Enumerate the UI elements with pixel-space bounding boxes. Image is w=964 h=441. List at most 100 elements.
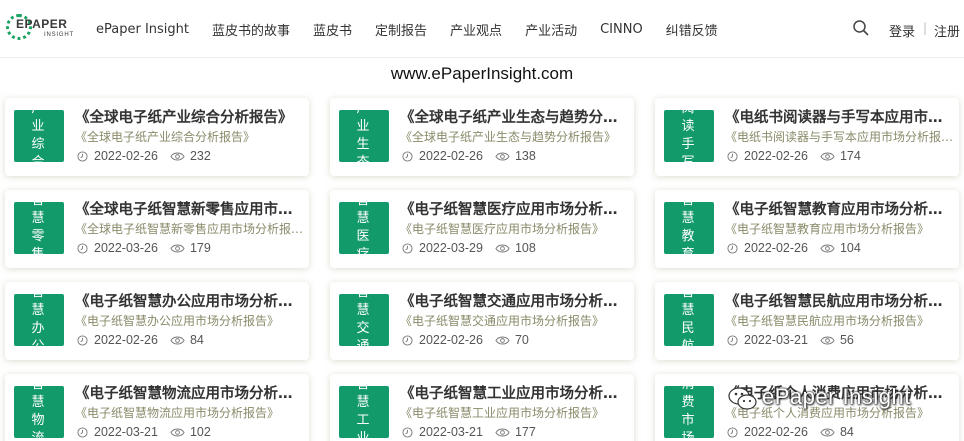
category-tile: 智慧交通 [339,285,389,354]
eye-icon [170,336,185,344]
report-card[interactable]: 智慧物流 《电子纸智慧物流应用市场分析报告》 《电子纸智慧物流应用市场分析报告》 20… [5,374,309,441]
eye-icon [820,428,835,436]
publish-date: 2022-03-21 [419,425,483,439]
category-tile-label: 智慧零售 [31,193,51,262]
report-title[interactable]: 《电纸书阅读器与手写本应用市场分析报告》 [725,106,955,127]
view-count: 84 [839,425,854,439]
category-tile: 智慧教育 [664,193,714,262]
view-count: 102 [189,425,211,439]
report-title[interactable]: 《电子纸智慧医疗应用市场分析报告》 [400,198,630,219]
view-count: 70 [514,333,529,347]
report-subtitle: 《电子纸智慧教育应用市场分析报告》 [725,222,930,236]
wechat-watermark: ePaper Insight [728,380,964,420]
view-count: 138 [514,149,536,163]
report-card[interactable]: 产业生态《全球电子纸产业生态与趋势分析报告》《全球电子纸产业生态与趋势分析报告》… [330,98,634,176]
eye-icon [820,336,835,344]
publish-date: 2022-02-26 [419,149,483,163]
report-title[interactable]: 《电子纸智慧民航应用市场分析报告》 [725,290,955,311]
category-tile: 阅读手写 [664,101,714,170]
nav-item-epaper-insight[interactable]: ePaper Insight [96,22,189,37]
nav-item-feedback[interactable]: 纠错反馈 [666,20,718,39]
category-tile-label: 产业生态 [356,101,376,170]
register-link[interactable]: 注册 [934,21,960,40]
report-title[interactable]: 《电子纸智慧办公应用市场分析报告》 [75,290,305,311]
report-title[interactable]: 《电子纸智慧物流应用市场分析报告》 [75,382,305,403]
report-subtitle: 《电子纸智慧办公应用市场分析报告》 [75,314,280,328]
report-meta: 2022-02-26 104 [727,241,861,255]
publish-date: 2022-02-26 [744,149,808,163]
report-meta: 2022-02-26 138 [402,149,536,163]
publish-date: 2022-03-21 [744,333,808,347]
view-count: 84 [189,333,204,347]
report-title[interactable]: 《全球电子纸产业综合分析报告》 [75,106,305,127]
nav-item-bluebook-story[interactable]: 蓝皮书的故事 [212,20,290,39]
wechat-icon [728,387,757,410]
report-title[interactable]: 《电子纸智慧教育应用市场分析报告》 [725,198,955,219]
report-meta: 2022-03-21 102 [77,425,211,439]
report-card[interactable]: 智慧民航 《电子纸智慧民航应用市场分析报告》 《电子纸智慧民航应用市场分析报告》 20… [655,282,959,360]
epaper-logo[interactable]: EPAPER INSIGHT [6,12,73,44]
publish-date: 2022-02-26 [94,149,158,163]
category-tile: 智慧医疗 [339,193,389,262]
category-tile: 智慧民航 [664,285,714,354]
clock-icon [727,242,738,254]
report-title[interactable]: 《电子纸智慧工业应用市场分析报告》 [400,382,630,403]
report-meta: 2022-03-21 177 [402,425,536,439]
report-card[interactable]: 智慧交通 《电子纸智慧交通应用市场分析报告》 《电子纸智慧交通应用市场分析报告》 20… [330,282,634,360]
report-meta: 2022-02-26 174 [727,149,861,163]
report-subtitle: 《电纸书阅读器与手写本应用市场分析报告》 [725,130,955,144]
category-tile: 智慧零售 [14,193,64,262]
category-tile: 智慧办公 [14,285,64,354]
report-subtitle: 《电子纸智慧物流应用市场分析报告》 [75,406,280,420]
eye-icon [495,244,510,252]
report-title[interactable]: 《全球电子纸产业生态与趋势分析报告》 [400,106,630,127]
main-nav: ePaper Insight 蓝皮书的故事 蓝皮书 定制报告 产业观点 产业活动… [96,0,741,58]
nav-item-cinno[interactable]: CINNO [600,22,643,37]
category-tile-label: 智慧办公 [31,285,51,354]
login-link[interactable]: 登录 [889,21,915,40]
report-subtitle: 《全球电子纸智慧新零售应用市场分析报告》 [75,222,305,236]
clock-icon [727,426,738,438]
view-count: 232 [189,149,211,163]
report-title[interactable]: 《全球电子纸智慧新零售应用市场分析报告》 [75,198,305,219]
nav-item-bluebook[interactable]: 蓝皮书 [313,20,352,39]
view-count: 104 [839,241,861,255]
report-card[interactable]: 智慧教育 《电子纸智慧教育应用市场分析报告》 《电子纸智慧教育应用市场分析报告》 20… [655,190,959,268]
report-card[interactable]: 智慧办公 《电子纸智慧办公应用市场分析报告》 《电子纸智慧办公应用市场分析报告》 20… [5,282,309,360]
report-card[interactable]: 产业综合 《全球电子纸产业综合分析报告》 《全球电子纸产业综合分析报告》 2022-0… [5,98,309,176]
logo-text: EPAPER [16,17,68,31]
category-tile-label: 智慧物流 [31,377,51,441]
clock-icon [402,426,413,438]
report-card[interactable]: 阅读手写《电纸书阅读器与手写本应用市场分析报告》《电纸书阅读器与手写本应用市场分… [655,98,959,176]
report-card[interactable]: 智慧工业 《电子纸智慧工业应用市场分析报告》 《电子纸智慧工业应用市场分析报告》 20… [330,374,634,441]
clock-icon [77,426,88,438]
report-meta: 2022-03-29 108 [402,241,536,255]
report-subtitle: 《电子纸智慧工业应用市场分析报告》 [400,406,605,420]
nav-item-industry-views[interactable]: 产业观点 [450,20,502,39]
eye-icon [170,152,185,160]
top-navbar: EPAPER INSIGHT ePaper Insight 蓝皮书的故事 蓝皮书… [0,0,964,58]
eye-icon [495,152,510,160]
publish-date: 2022-02-26 [744,241,808,255]
clock-icon [727,150,738,162]
category-tile: 产业生态 [339,101,389,170]
nav-item-industry-events[interactable]: 产业活动 [525,20,577,39]
search-icon[interactable] [852,19,870,37]
eye-icon [170,244,185,252]
report-meta: 2022-03-21 56 [727,333,854,347]
nav-item-custom-reports[interactable]: 定制报告 [375,20,427,39]
category-tile-label: 智慧教育 [681,193,701,262]
report-card[interactable]: 智慧医疗 《电子纸智慧医疗应用市场分析报告》 《电子纸智慧医疗应用市场分析报告》 20… [330,190,634,268]
site-url-caption: www.ePaperInsight.com [390,64,574,83]
view-count: 56 [839,333,854,347]
category-tile-label: 消费市场 [681,377,701,441]
category-tile-label: 智慧医疗 [356,193,376,262]
clock-icon [727,334,738,346]
view-count: 177 [514,425,536,439]
category-tile: 产业综合 [14,101,64,170]
report-card[interactable]: 智慧零售《全球电子纸智慧新零售应用市场分析报告》《全球电子纸智慧新零售应用市场分… [5,190,309,268]
clock-icon [402,242,413,254]
report-title[interactable]: 《电子纸智慧交通应用市场分析报告》 [400,290,630,311]
logo-subtext: INSIGHT [44,32,74,38]
publish-date: 2022-03-21 [94,425,158,439]
